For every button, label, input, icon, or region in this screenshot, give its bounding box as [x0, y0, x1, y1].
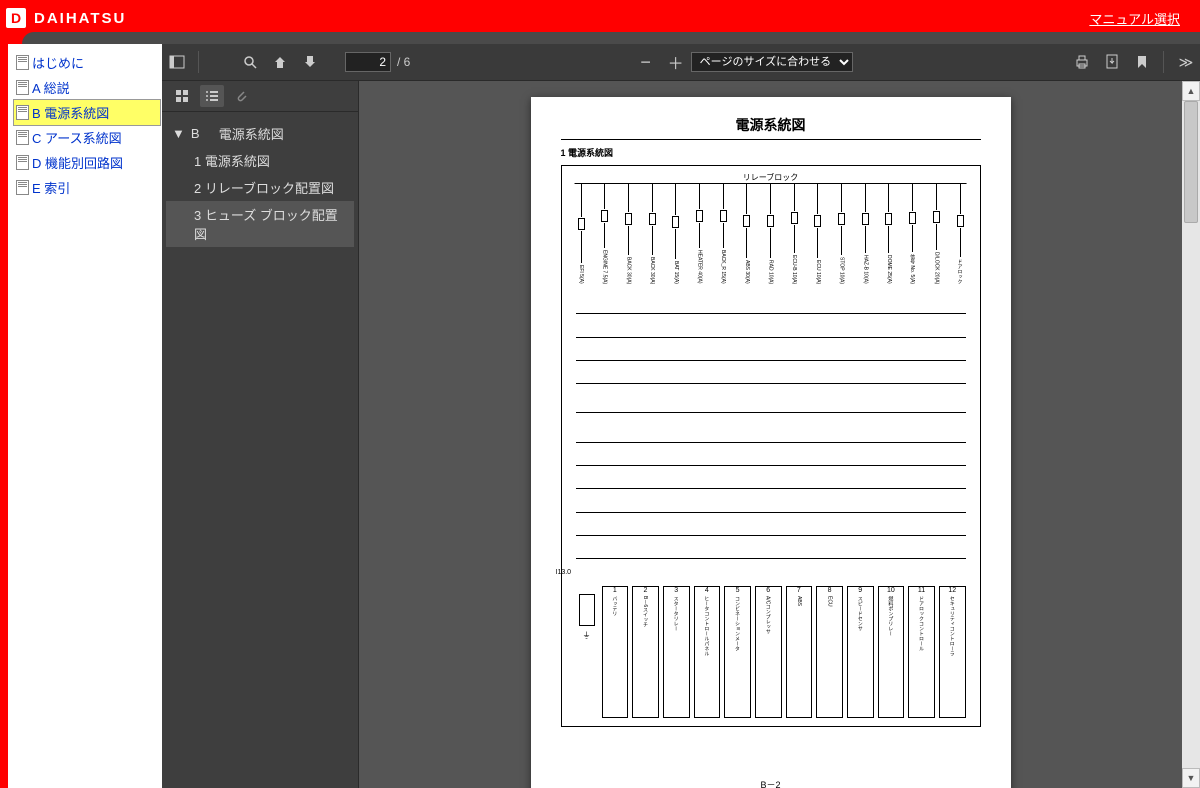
terminal-block: 9スピードセンサ	[847, 586, 874, 718]
nav-item-intro[interactable]: はじめに	[14, 50, 160, 75]
bookmark-button[interactable]	[1127, 47, 1157, 77]
page-title: 電源系統図	[561, 115, 981, 140]
brand-name: DAIHATSU	[34, 10, 126, 27]
scroll-down-button[interactable]: ▼	[1182, 768, 1200, 788]
attachments-tab[interactable]	[230, 85, 254, 107]
terminal-block: 6A/Cコンプレッサ	[755, 586, 782, 718]
terminal-block: 2B－6スイッチ	[632, 586, 659, 718]
nav-item-e[interactable]: E 索引	[14, 175, 160, 200]
fuse: BACK 30(A)	[647, 184, 658, 284]
nav-item-c[interactable]: C アース系統図	[14, 125, 160, 150]
outline-item-1[interactable]: 1 電源系統図	[166, 147, 354, 174]
document-icon	[16, 105, 29, 120]
fuse: BACK_R 15(A)	[718, 184, 729, 284]
chevron-down-icon: ▼	[172, 126, 185, 141]
wiring-diagram: リレーブロック EFI 5(A) ENGINE 7.5(A) BACK 30(A) B…	[561, 165, 981, 727]
terminal-block: 3スタータリレー	[663, 586, 690, 718]
left-nav: はじめに A 総説 B 電源系統図 C アース系統図 D 機能別回路図 E 索引	[0, 44, 162, 788]
download-button[interactable]	[1097, 47, 1127, 77]
terminal-block: 12セキュリティコントローラ	[939, 586, 966, 718]
nav-label: A 総説	[32, 78, 70, 97]
pdf-viewer: / 6 − ＋ ページのサイズに合わせる ≫ ▼	[162, 44, 1200, 788]
nav-label: B 電源系統図	[32, 103, 109, 122]
terminal-block: 1バッテリ	[602, 586, 629, 718]
fuse: STOP 10(A)	[836, 184, 847, 284]
thumbnails-tab[interactable]	[170, 85, 194, 107]
page-footer: B－2	[531, 778, 1011, 788]
fuse: D/LOCK 20(A)	[931, 184, 942, 284]
fuse: ドアロック	[955, 184, 966, 284]
nav-label: D 機能別回路図	[32, 153, 123, 172]
relay-block-label: リレーブロック	[574, 172, 967, 184]
vertical-scrollbar[interactable]: ▲ ▼	[1182, 81, 1200, 788]
document-icon	[16, 55, 29, 70]
fuse: HEATER 40(A)	[694, 184, 705, 284]
fuse: BACK 30(A)	[623, 184, 634, 284]
scroll-track[interactable]	[1182, 101, 1200, 768]
page-number-input[interactable]	[345, 52, 391, 72]
nav-label: C アース系統図	[32, 128, 122, 147]
section-heading: 1 電源系統図	[561, 146, 981, 159]
next-page-button[interactable]	[295, 47, 325, 77]
document-icon	[16, 155, 29, 170]
terminal-block: 4ヒータコントロールパネル	[694, 586, 721, 718]
fuse: DOME 25(A)	[883, 184, 894, 284]
toggle-sidebar-button[interactable]	[162, 47, 192, 77]
prev-page-button[interactable]	[265, 47, 295, 77]
document-icon	[16, 180, 29, 195]
document-icon	[16, 130, 29, 145]
zoom-select[interactable]: ページのサイズに合わせる	[691, 52, 853, 72]
terminal-block: 10燃料ポンプリレー	[878, 586, 905, 718]
print-button[interactable]	[1067, 47, 1097, 77]
document-icon	[16, 80, 29, 95]
fuse: 信号 No. 5(A)	[907, 184, 918, 284]
fuse: ECU-B 10(A)	[789, 184, 800, 284]
nav-item-a[interactable]: A 総説	[14, 75, 160, 100]
search-button[interactable]	[235, 47, 265, 77]
brand-logo-icon: D	[6, 8, 26, 28]
fuse: RAD 10(A)	[765, 184, 776, 284]
outline-tab[interactable]	[200, 85, 224, 107]
fuse: HAZ-B 10(A)	[860, 184, 871, 284]
scroll-thumb[interactable]	[1184, 101, 1198, 223]
outline-item-2[interactable]: 2 リレーブロック配置図	[166, 174, 354, 201]
fuse: ENGINE 7.5(A)	[599, 184, 610, 284]
nav-item-b[interactable]: B 電源系統図	[14, 100, 160, 125]
tools-button[interactable]: ≫	[1170, 47, 1200, 77]
manual-select-link[interactable]: マニュアル選択	[1089, 9, 1180, 28]
outline-item-3[interactable]: 3 ヒューズ ブロック配置図	[166, 201, 354, 247]
document-page: 電源系統図 1 電源系統図 リレーブロック EFI 5(A) ENGINE 7.5…	[531, 97, 1011, 788]
zoom-in-button[interactable]: ＋	[661, 47, 691, 77]
terminal-block: 8ECU	[816, 586, 843, 718]
terminal-block: 11ドアロックコントロール	[908, 586, 935, 718]
scroll-up-button[interactable]: ▲	[1182, 81, 1200, 101]
nav-label: E 索引	[32, 178, 70, 197]
page-total-label: / 6	[397, 55, 410, 69]
outline-code: B	[191, 126, 200, 141]
outline-root-b[interactable]: ▼ B 電源系統図	[166, 120, 354, 147]
nav-item-d[interactable]: D 機能別回路図	[14, 150, 160, 175]
battery-terminal: ⏚	[576, 588, 598, 718]
terminal-block: 7ABS	[786, 586, 813, 718]
outline-root-label: 電源系統図	[219, 124, 284, 143]
fuse: ECU 10(A)	[812, 184, 823, 284]
pdf-toolbar: / 6 − ＋ ページのサイズに合わせる ≫	[162, 44, 1200, 81]
header-curve	[0, 32, 1200, 44]
fuse: EFI 5(A)	[576, 184, 587, 284]
terminal-block: 5コンビネーションメータ	[724, 586, 751, 718]
battery-node-label: I13.0	[556, 569, 572, 576]
outline-panel: ▼ B 電源系統図 1 電源系統図 2 リレーブロック配置図 3 ヒューズ ブロ…	[162, 81, 359, 788]
fuse: ABS 30(A)	[741, 184, 752, 284]
header-bar: D DAIHATSU マニュアル選択	[0, 0, 1200, 32]
page-canvas[interactable]: 電源系統図 1 電源系統図 リレーブロック EFI 5(A) ENGINE 7.5…	[359, 81, 1182, 788]
brand: D DAIHATSU	[0, 8, 126, 28]
fuse: BAT 15(A)	[670, 184, 681, 284]
zoom-out-button[interactable]: −	[631, 47, 661, 77]
nav-label: はじめに	[32, 53, 84, 72]
